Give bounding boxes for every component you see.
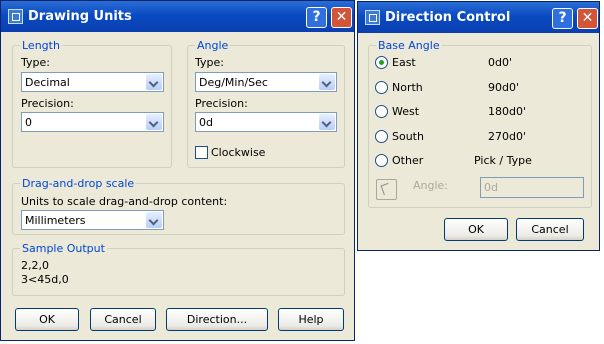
angle-type-value: Deg/Min/Sec xyxy=(199,76,268,89)
clockwise-label[interactable]: Clockwise xyxy=(211,146,265,159)
radio-other-label[interactable]: Other xyxy=(392,154,423,167)
angle-input-value: 0d xyxy=(484,181,498,194)
app-icon xyxy=(365,10,380,25)
angle-legend: Angle xyxy=(195,39,231,52)
drag-drop-units-select[interactable]: Millimeters xyxy=(21,210,164,230)
help-button[interactable]: Help xyxy=(278,308,344,331)
chevron-down-icon[interactable] xyxy=(146,114,162,130)
sample-output-legend: Sample Output xyxy=(20,242,107,255)
angle-precision-label: Precision: xyxy=(195,97,248,110)
angle-label: Angle: xyxy=(413,179,449,192)
sample-output-line-1: 2,2,0 xyxy=(21,259,49,272)
drag-drop-units-label: Units to scale drag-and-drop content: xyxy=(21,195,228,208)
base-angle-legend: Base Angle xyxy=(376,39,442,52)
length-legend: Length xyxy=(20,39,62,52)
west-angle-value: 180d0' xyxy=(488,105,527,118)
south-angle-value: 270d0' xyxy=(488,130,527,143)
radio-east-label[interactable]: East xyxy=(392,56,416,69)
chevron-down-icon[interactable] xyxy=(319,74,335,90)
ok-button[interactable]: OK xyxy=(444,218,508,241)
chevron-down-icon[interactable] xyxy=(146,212,162,228)
radio-west[interactable] xyxy=(375,105,388,118)
radio-north[interactable] xyxy=(375,81,388,94)
radio-south-label[interactable]: South xyxy=(392,130,424,143)
length-precision-label: Precision: xyxy=(21,97,74,110)
angle-type-select[interactable]: Deg/Min/Sec xyxy=(195,72,337,92)
sample-output-line-2: 3<45d,0 xyxy=(21,273,69,286)
ok-button[interactable]: OK xyxy=(15,308,79,331)
help-title-button[interactable]: ? xyxy=(306,7,327,28)
direction-control-title: Direction Control xyxy=(385,10,511,25)
length-precision-select[interactable]: 0 xyxy=(21,112,164,132)
east-angle-value: 0d0' xyxy=(488,56,513,69)
direction-control-titlebar[interactable]: Direction Control ? ✕ xyxy=(358,2,599,33)
angle-precision-value: 0d xyxy=(199,116,213,129)
clockwise-checkbox[interactable] xyxy=(195,146,208,159)
radio-west-label[interactable]: West xyxy=(392,105,419,118)
drawing-units-dialog: Drawing Units ? ✕ Length Type: Decimal P… xyxy=(0,0,355,341)
pick-type-label: Pick / Type xyxy=(474,154,532,167)
direction-button[interactable]: Direction... xyxy=(166,308,268,331)
app-icon xyxy=(8,9,23,24)
radio-other[interactable] xyxy=(375,154,388,167)
sample-output-group: Sample Output xyxy=(12,242,345,296)
angle-input[interactable]: 0d xyxy=(480,177,584,198)
north-angle-value: 90d0' xyxy=(488,81,520,94)
chevron-down-icon[interactable] xyxy=(319,114,335,130)
help-title-button[interactable]: ? xyxy=(552,8,573,29)
angle-type-label: Type: xyxy=(195,56,224,69)
close-button[interactable]: ✕ xyxy=(577,8,598,29)
direction-control-dialog: Direction Control ? ✕ Base Angle East 0d… xyxy=(357,1,600,251)
radio-east[interactable] xyxy=(375,56,388,69)
drag-drop-legend: Drag-and-drop scale xyxy=(20,177,137,190)
cancel-button[interactable]: Cancel xyxy=(516,218,584,241)
radio-north-label[interactable]: North xyxy=(392,81,423,94)
length-precision-value: 0 xyxy=(25,116,32,129)
close-button[interactable]: ✕ xyxy=(331,7,352,28)
length-type-label: Type: xyxy=(21,56,50,69)
radio-south[interactable] xyxy=(375,130,388,143)
chevron-down-icon[interactable] xyxy=(146,74,162,90)
drawing-units-titlebar[interactable]: Drawing Units ? ✕ xyxy=(1,1,354,32)
angle-precision-select[interactable]: 0d xyxy=(195,112,337,132)
drawing-units-title: Drawing Units xyxy=(28,9,132,24)
length-type-value: Decimal xyxy=(25,76,70,89)
drag-drop-units-value: Millimeters xyxy=(25,214,86,227)
length-type-select[interactable]: Decimal xyxy=(21,72,164,92)
cancel-button[interactable]: Cancel xyxy=(90,308,156,331)
pick-angle-icon[interactable] xyxy=(376,179,397,200)
